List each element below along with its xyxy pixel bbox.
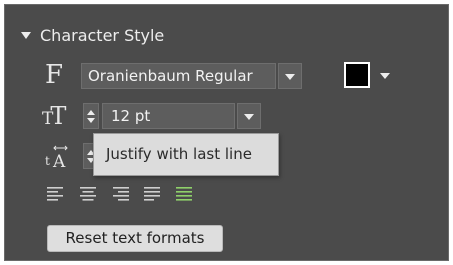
section-header[interactable]: Character Style <box>21 23 164 47</box>
align-right-icon[interactable] <box>111 185 129 203</box>
text-color-swatch[interactable] <box>344 62 370 88</box>
align-left-icon[interactable] <box>47 185 65 203</box>
chevron-down-icon <box>380 73 390 79</box>
font-family-icon: F <box>45 60 64 90</box>
stepper-down-icon[interactable] <box>87 118 95 123</box>
justify-icon[interactable] <box>143 185 161 203</box>
text-color-dropdown-button[interactable] <box>373 62 397 88</box>
reset-text-formats-button[interactable]: Reset text formats <box>47 225 223 252</box>
font-size-dropdown-button[interactable] <box>237 103 261 129</box>
stepper-up-icon[interactable] <box>87 110 95 115</box>
chevron-down-icon <box>285 74 295 80</box>
justify-with-last-line-icon[interactable] <box>175 185 193 203</box>
font-size-field[interactable]: 12 pt <box>102 103 235 129</box>
alignment-toolbar <box>47 185 193 205</box>
chevron-down-icon <box>244 114 254 120</box>
tooltip: Justify with last line <box>93 133 279 176</box>
font-family-select[interactable]: Oranienbaum Regular <box>81 63 276 89</box>
section-title: Character Style <box>40 25 165 45</box>
svg-text:A: A <box>52 152 66 171</box>
collapse-triangle-icon[interactable] <box>21 32 31 39</box>
character-style-panel: Character Style F Oranienbaum Regular TT… <box>4 4 449 261</box>
font-size-icon: TT <box>42 102 67 130</box>
font-size-stepper[interactable] <box>83 103 99 129</box>
character-spacing-icon: t A <box>43 143 73 172</box>
svg-text:t: t <box>45 154 50 168</box>
align-center-icon[interactable] <box>79 185 97 203</box>
font-family-dropdown-button[interactable] <box>278 63 302 89</box>
